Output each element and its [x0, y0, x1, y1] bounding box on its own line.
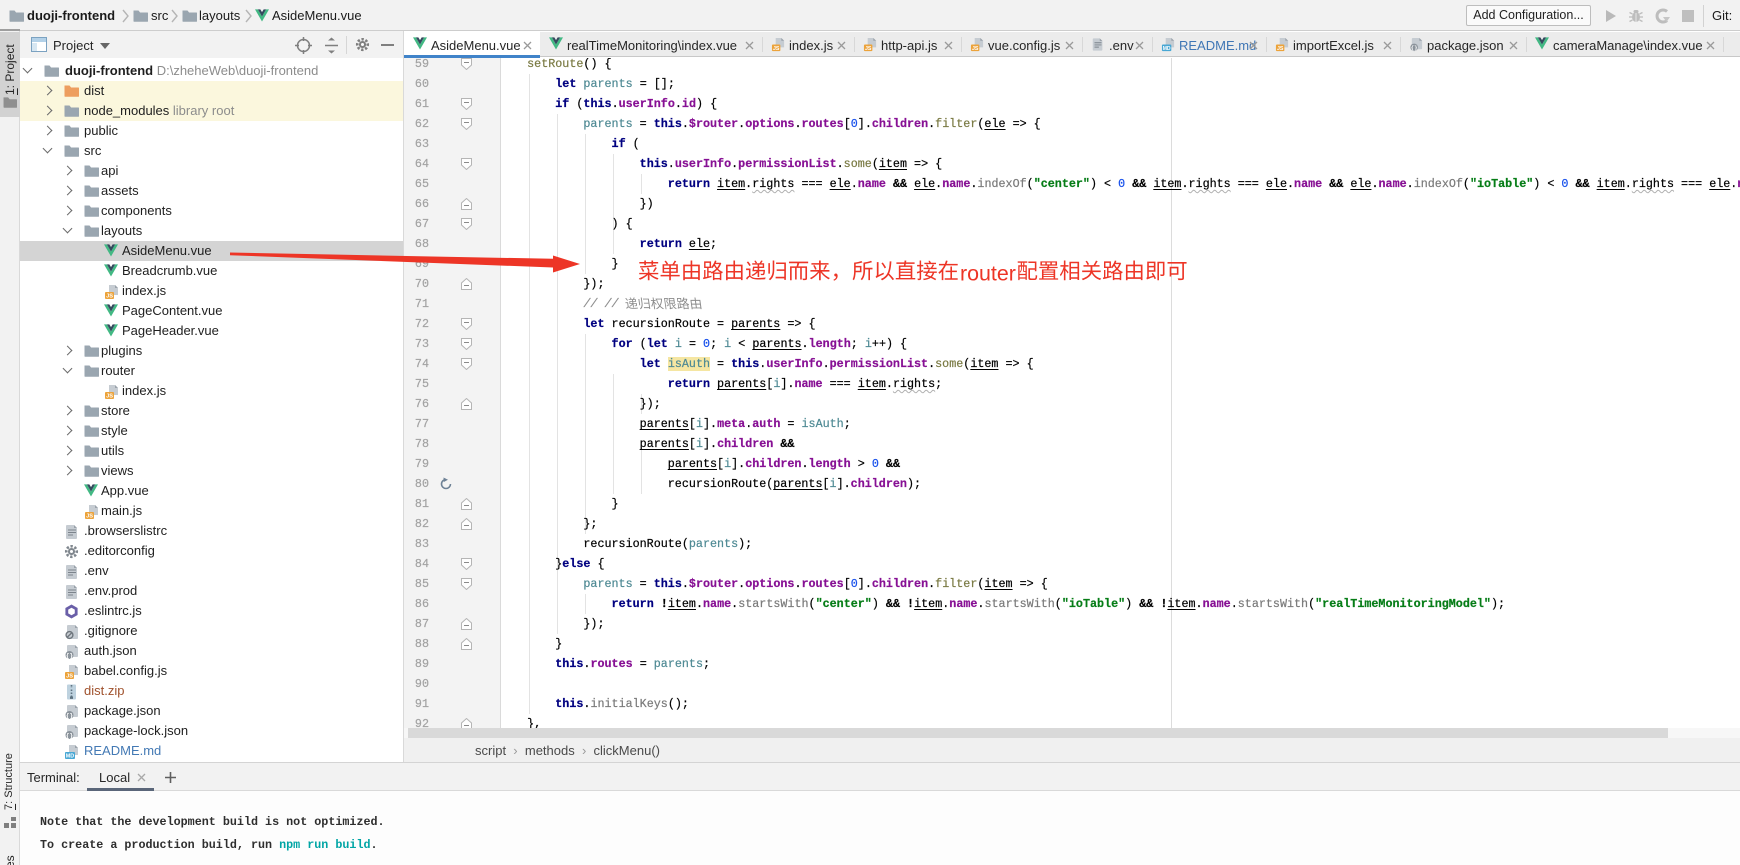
svg-text:JS: JS [972, 46, 979, 52]
svg-text:JS: JS [865, 46, 872, 52]
svg-text:JS: JS [106, 394, 113, 400]
svg-text:JS: JS [773, 46, 780, 52]
svg-text:JS: JS [106, 294, 113, 300]
svg-text:{}: {} [66, 652, 74, 659]
svg-text:{}: {} [66, 712, 74, 719]
svg-text:{}: {} [1411, 44, 1418, 51]
svg-text:JS: JS [66, 674, 73, 680]
svg-text:{}: {} [66, 732, 74, 739]
svg-text:JS: JS [1277, 46, 1284, 52]
svg-text:MD: MD [66, 754, 74, 760]
svg-text:JS: JS [86, 514, 93, 520]
svg-text:MD: MD [1163, 46, 1171, 52]
